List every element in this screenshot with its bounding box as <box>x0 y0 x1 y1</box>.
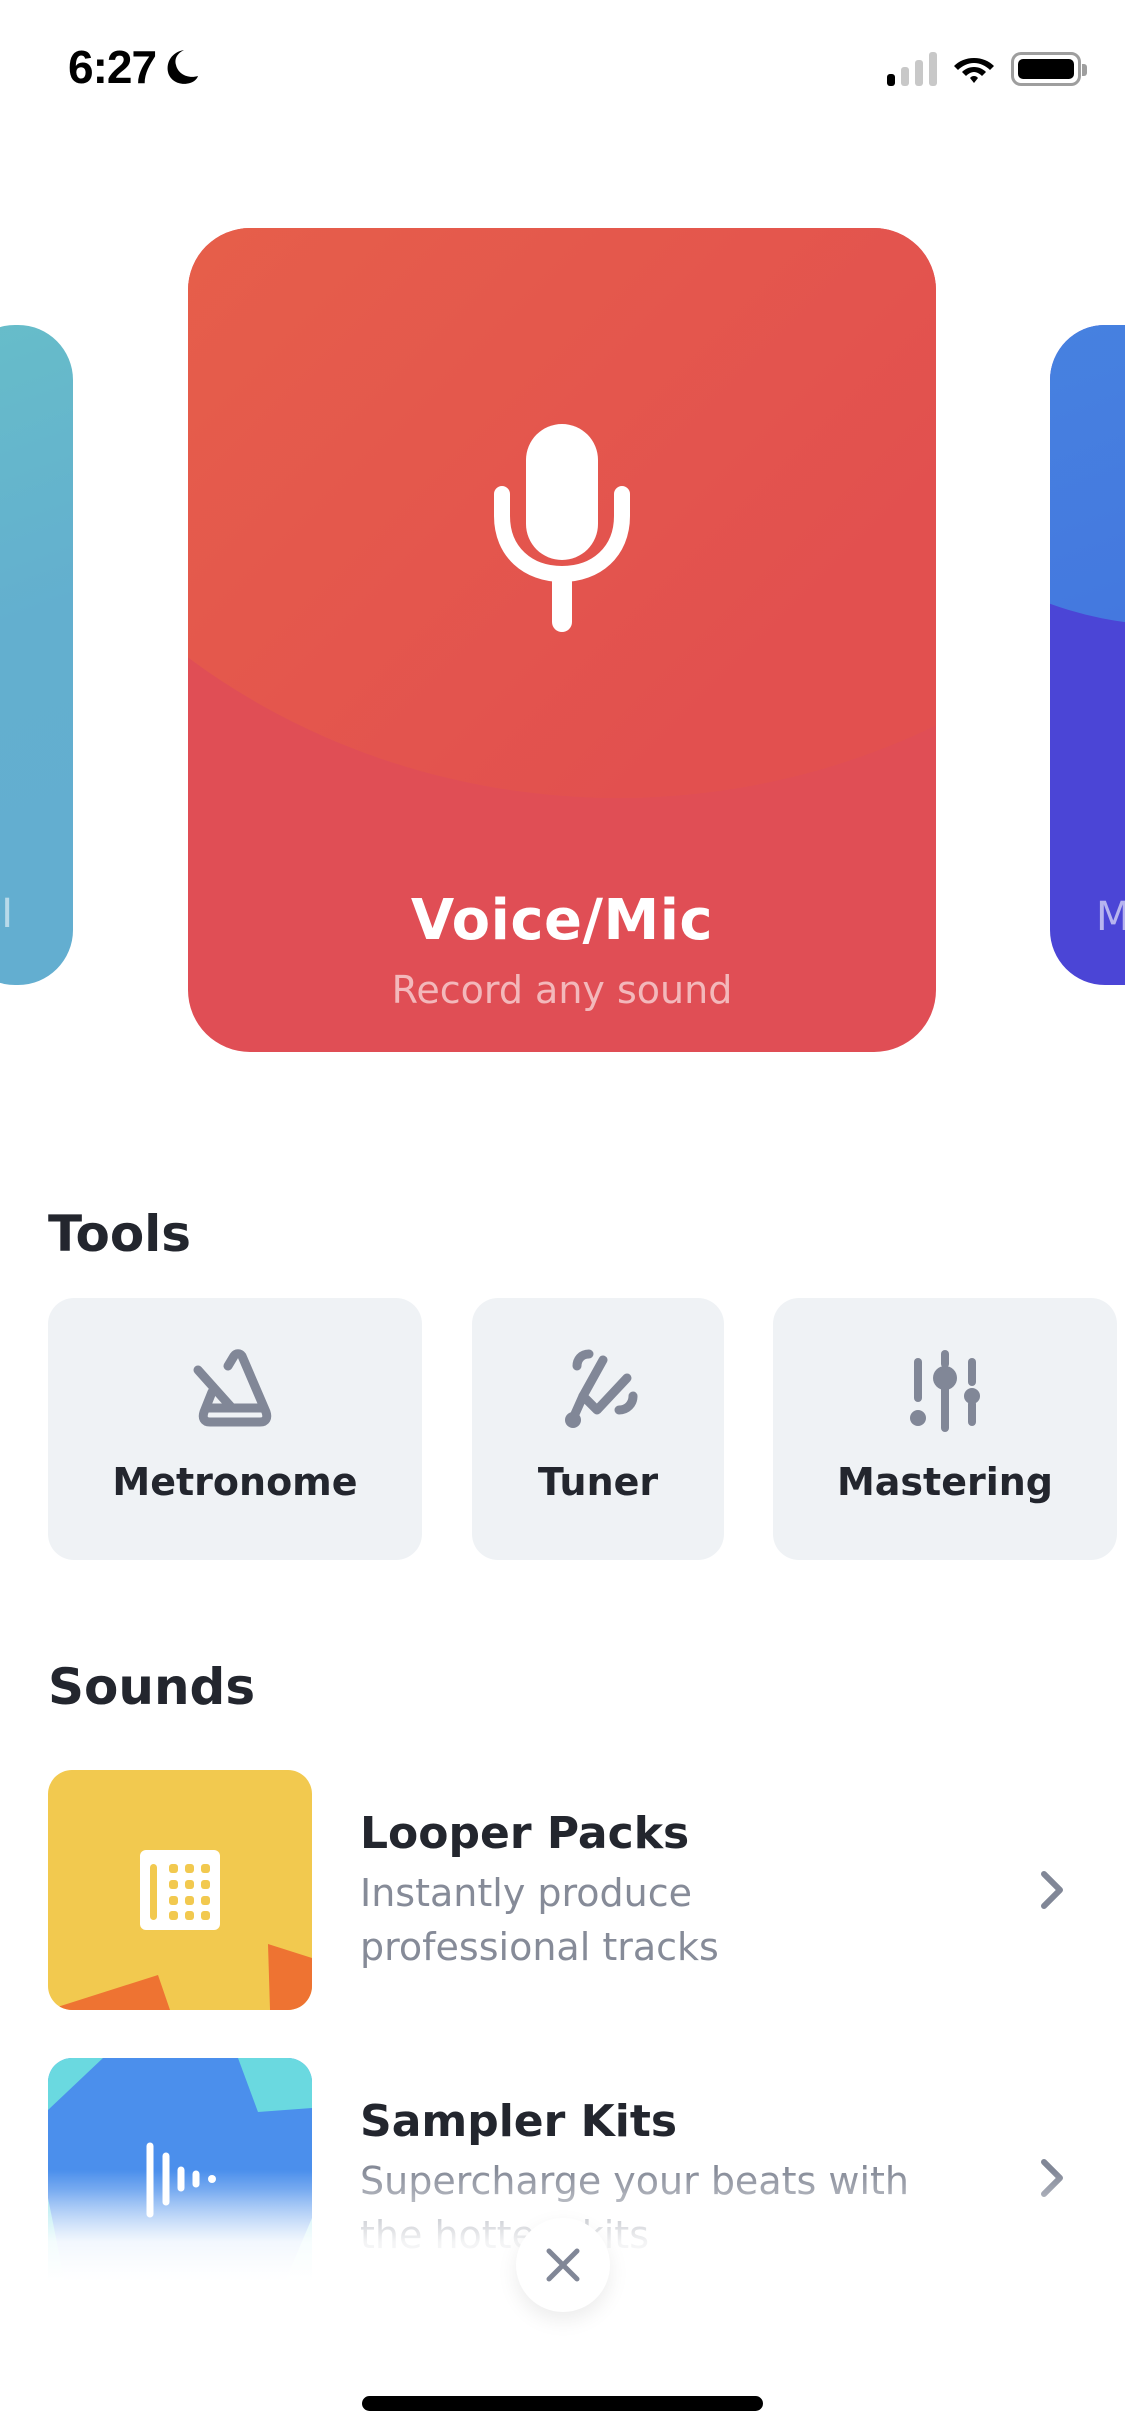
description-line: Instantly produce <box>360 1871 693 1915</box>
sound-item-description: Supercharge your beats with the hottest … <box>360 2154 940 2262</box>
wifi-icon <box>954 58 994 83</box>
home-indicator[interactable] <box>362 2396 763 2411</box>
card-subtitle: Record any sound <box>391 968 733 1012</box>
sliders-icon <box>910 1350 980 1432</box>
close-icon <box>546 2248 580 2282</box>
sound-item-description: Instantly produce professional tracks <box>360 1866 940 1974</box>
carousel-card-previous-label: I <box>1 891 13 937</box>
sounds-heading: Sounds <box>48 1658 256 1716</box>
tool-card-tuner[interactable]: Tuner <box>472 1298 724 1560</box>
card-title: Voice/Mic <box>410 888 714 953</box>
description-line: Supercharge your beats with <box>360 2159 909 2203</box>
sound-wave-icon <box>146 2142 216 2218</box>
description-line: the hottest kits <box>360 2213 649 2257</box>
status-bar-time: 6:27 <box>68 40 199 94</box>
chevron-right-icon <box>1041 1871 1063 1909</box>
tool-card-mastering[interactable]: Mastering <box>773 1298 1117 1560</box>
battery-icon <box>1011 52 1087 86</box>
carousel-card-previous[interactable]: I <box>0 325 73 985</box>
microphone-icon <box>494 424 630 632</box>
tuning-fork-icon <box>565 1349 638 1428</box>
carousel-card-next-label: M <box>1096 894 1125 940</box>
sound-item-title: Looper Packs <box>360 1808 690 1859</box>
sound-item-looper-packs[interactable]: Looper Packs Instantly produce professio… <box>0 1770 1125 2010</box>
sound-item-title: Sampler Kits <box>360 2096 678 2147</box>
screen: 6:27 I Voice/Mic Record any sound M Tool… <box>0 0 1125 2436</box>
looper-packs-thumbnail <box>48 1770 312 2010</box>
description-line: professional tracks <box>360 1925 719 1969</box>
card-gradient-shape <box>1050 325 1125 625</box>
status-bar-indicators <box>887 52 1087 86</box>
cellular-signal-icon <box>887 52 937 86</box>
metronome-icon <box>193 1349 272 1427</box>
tools-heading: Tools <box>48 1205 192 1263</box>
chevron-right-icon <box>1041 2159 1063 2197</box>
close-button[interactable] <box>516 2218 610 2312</box>
tool-label: Tuner <box>537 1460 659 1504</box>
tool-label: Metronome <box>112 1460 358 1504</box>
sampler-kits-thumbnail <box>48 2058 312 2298</box>
carousel-card-next[interactable]: M <box>1050 325 1125 985</box>
carousel-card-voice-mic[interactable]: Voice/Mic Record any sound <box>188 228 936 1052</box>
clock-text: 6:27 <box>68 41 157 93</box>
tool-label: Mastering <box>836 1460 1054 1504</box>
tool-card-metronome[interactable]: Metronome <box>48 1298 422 1560</box>
drum-pad-icon <box>140 1850 220 1930</box>
moon-icon <box>167 50 199 84</box>
